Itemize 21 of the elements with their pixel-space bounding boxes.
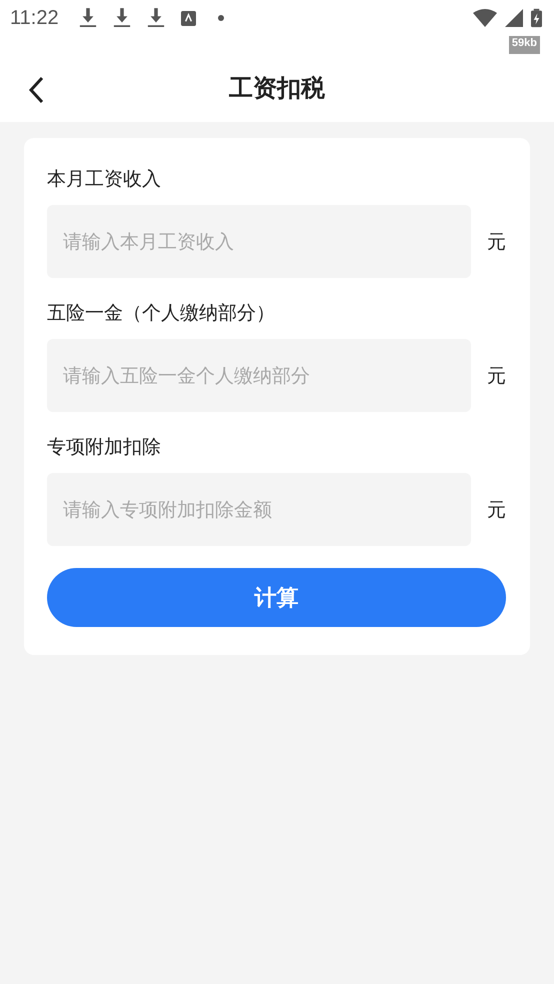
download-icon	[112, 8, 131, 28]
field-label: 专项附加扣除	[47, 435, 162, 460]
input-field[interactable]: 请输入五险一金个人缴纳部分	[47, 339, 471, 412]
status-time: 11:22	[10, 6, 59, 30]
battery-icon	[531, 8, 542, 28]
download-icon	[78, 8, 97, 28]
unit-label: 元	[487, 364, 506, 388]
calculate-button[interactable]: 计算	[47, 568, 506, 627]
unit-label: 元	[487, 498, 506, 522]
wifi-icon	[473, 9, 497, 27]
download-icon	[146, 8, 165, 28]
signal-icon	[505, 9, 523, 27]
page-title: 工资扣税	[229, 73, 325, 104]
field-label: 五险一金（个人缴纳部分）	[47, 301, 276, 326]
dot-icon	[218, 15, 224, 21]
field-label: 本月工资收入	[47, 167, 162, 192]
input-field[interactable]: 请输入本月工资收入	[47, 205, 471, 278]
input-field[interactable]: 请输入专项附加扣除金额	[47, 473, 471, 546]
unit-label: 元	[487, 230, 506, 254]
network-speed: 59kb	[508, 36, 540, 54]
app-icon	[180, 10, 196, 26]
